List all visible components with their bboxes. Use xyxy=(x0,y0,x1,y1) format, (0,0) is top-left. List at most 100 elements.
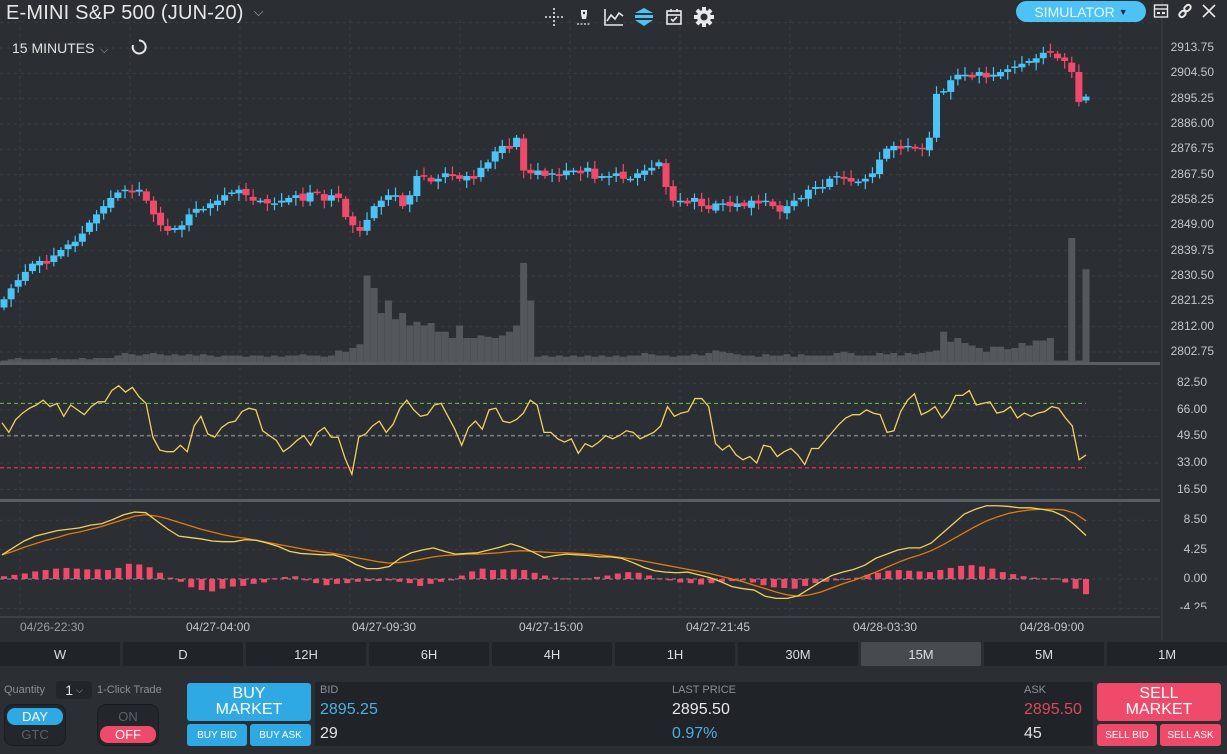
volume-bar xyxy=(982,351,990,363)
macd-histogram-bar xyxy=(73,568,80,579)
volume-bar xyxy=(456,325,464,363)
timeframe-12h[interactable]: 12H xyxy=(246,642,366,666)
candle-body xyxy=(997,71,1005,77)
volume-bar xyxy=(690,354,698,363)
candle xyxy=(363,212,371,236)
volume-bar xyxy=(206,355,214,363)
candle-body xyxy=(605,176,613,178)
candle xyxy=(14,274,22,293)
volume-bar xyxy=(812,355,819,363)
macd-histogram-bar xyxy=(625,572,632,579)
one-click-trade-toggle[interactable]: ON OFF xyxy=(97,704,159,746)
chart-canvas[interactable] xyxy=(0,0,1227,640)
candle-body xyxy=(292,195,300,198)
macd-histogram-bar xyxy=(125,563,132,579)
buy-market-line1: BUY xyxy=(232,685,266,702)
price-tick-label: 2849.00 xyxy=(1170,217,1214,232)
sell-ask-button[interactable]: SELL ASK xyxy=(1160,724,1221,746)
sell-bid-button[interactable]: SELL BID xyxy=(1097,724,1157,746)
macd-histogram-bar xyxy=(958,565,965,579)
volume-bar xyxy=(221,355,229,363)
timeframe-d[interactable]: D xyxy=(123,642,243,666)
macd-histogram-bar xyxy=(146,567,153,579)
crosshair-icon[interactable] xyxy=(543,6,565,28)
candle xyxy=(1075,64,1083,107)
simulator-button[interactable]: SIMULATOR ▼ xyxy=(1016,1,1146,22)
buy-bid-button[interactable]: BUY BID xyxy=(187,724,247,746)
tif-gtc-option[interactable]: GTC xyxy=(7,726,63,743)
gear-icon[interactable] xyxy=(693,6,715,28)
buy-ask-button[interactable]: BUY ASK xyxy=(250,724,311,746)
candle xyxy=(142,188,150,204)
macd-histogram-bar xyxy=(32,571,39,579)
layout-icon[interactable] xyxy=(1152,2,1170,20)
sell-market-button[interactable]: SELL MARKET xyxy=(1097,683,1221,721)
candle-body xyxy=(164,226,172,231)
timeframe-1m[interactable]: 1M xyxy=(1107,642,1227,666)
candle-body xyxy=(769,201,777,207)
buy-market-button[interactable]: BUY MARKET xyxy=(187,683,311,721)
volume-bar xyxy=(299,354,307,363)
timeframe-4h[interactable]: 4H xyxy=(492,642,612,666)
volume-bar xyxy=(192,355,200,363)
layers-icon[interactable] xyxy=(633,6,655,28)
candle xyxy=(427,174,435,185)
candle-body xyxy=(676,200,684,203)
timeframe-15m[interactable]: 15M xyxy=(861,642,981,666)
tif-day-option[interactable]: DAY xyxy=(7,707,63,725)
macd-histogram-bar xyxy=(385,579,392,581)
link-icon[interactable] xyxy=(1176,2,1194,20)
quantity-selector[interactable]: 1 ⌵ xyxy=(56,681,92,699)
candle xyxy=(392,187,400,202)
timeframe-1h[interactable]: 1H xyxy=(615,642,735,666)
candle-body xyxy=(420,175,428,177)
macd-histogram-bar xyxy=(323,579,330,586)
volume-bar xyxy=(662,355,670,363)
macd-histogram-bar xyxy=(687,579,694,584)
candle-body xyxy=(448,174,456,177)
volume-bar xyxy=(883,354,891,363)
timeframe-w[interactable]: W xyxy=(0,642,120,666)
candle-body xyxy=(28,263,36,272)
calendar-icon[interactable] xyxy=(663,6,685,28)
macd-histogram-bar xyxy=(11,574,18,579)
timeframe-30m[interactable]: 30M xyxy=(738,642,858,666)
volume-bar xyxy=(527,300,535,363)
candle-body xyxy=(904,145,912,148)
candle-body xyxy=(392,195,400,197)
candle xyxy=(541,167,549,179)
candle-body xyxy=(242,188,250,196)
macd-histogram-bar xyxy=(313,579,320,584)
macd-histogram-bar xyxy=(136,564,143,579)
volume-bar xyxy=(1082,269,1090,363)
candle xyxy=(662,158,670,195)
time-in-force-toggle[interactable]: DAY GTC xyxy=(4,704,66,746)
candle xyxy=(292,190,300,206)
volume-bar xyxy=(406,325,414,363)
macd-histogram-bar xyxy=(614,573,621,579)
candle xyxy=(619,163,627,184)
one-click-off-option[interactable]: OFF xyxy=(100,725,156,743)
timeframe-5m[interactable]: 5M xyxy=(984,642,1104,666)
candle-body xyxy=(121,189,129,192)
candle-body xyxy=(327,195,335,201)
volume-bar xyxy=(235,355,243,363)
rsi-tick-label: 82.50 xyxy=(1176,375,1207,390)
instrument-selector[interactable]: E-MINI S&P 500 (JUN-20) ⌵ xyxy=(6,2,264,25)
refresh-icon[interactable] xyxy=(130,38,148,56)
timeframe-6h[interactable]: 6H xyxy=(369,642,489,666)
macd-histogram-bar xyxy=(760,579,767,586)
macd-histogram-bar xyxy=(281,576,288,579)
candle-body xyxy=(64,244,72,250)
candle-body xyxy=(612,173,620,177)
candle xyxy=(826,176,834,190)
one-click-on-option[interactable]: ON xyxy=(100,708,156,725)
candle-body xyxy=(434,178,442,182)
drawing-pen-icon[interactable] xyxy=(573,6,595,28)
interval-selector[interactable]: 15 MINUTES ⌵ xyxy=(12,40,108,56)
close-icon[interactable] xyxy=(1200,2,1218,20)
candle xyxy=(961,67,969,81)
candle xyxy=(569,167,577,175)
indicator-chart-icon[interactable] xyxy=(603,6,625,28)
candle-body xyxy=(1082,96,1090,101)
